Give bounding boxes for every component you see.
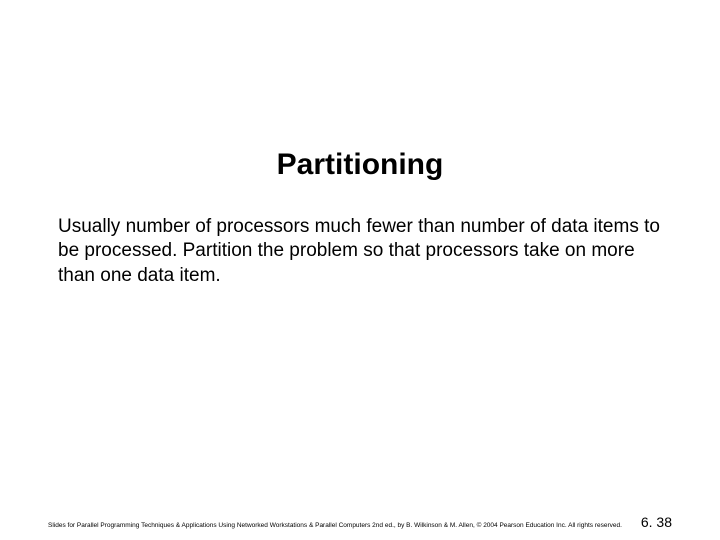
page-number: 6. 38: [641, 514, 672, 530]
slide-footer: Slides for Parallel Programming Techniqu…: [48, 514, 672, 530]
slide-title: Partitioning: [0, 148, 720, 182]
slide-body: Usually number of processors much fewer …: [58, 215, 662, 288]
footer-credit: Slides for Parallel Programming Techniqu…: [48, 522, 629, 530]
slide: Partitioning Usually number of processor…: [0, 0, 720, 540]
